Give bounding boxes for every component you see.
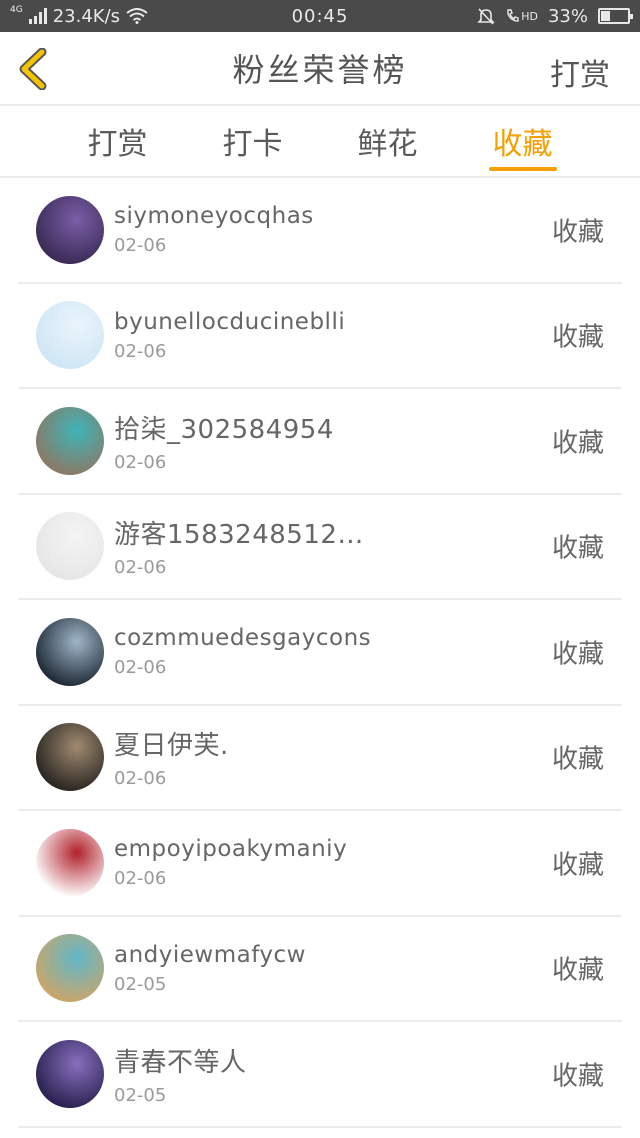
action-label: 收藏 bbox=[551, 428, 604, 459]
fan-date: 02-06 bbox=[114, 451, 167, 473]
action-label: 收藏 bbox=[551, 217, 604, 248]
avatar[interactable] bbox=[36, 301, 104, 370]
list-item[interactable]: 青春不等人 02-05 收藏 bbox=[18, 1022, 622, 1128]
list-item[interactable]: byunellocducineblli 02-06 收藏 bbox=[18, 284, 622, 389]
list-item[interactable]: 游客15832485122… 02-06 收藏 bbox=[18, 495, 622, 600]
tab-flowers[interactable]: 鲜花 bbox=[354, 106, 422, 176]
avatar[interactable] bbox=[36, 828, 104, 897]
tab-label: 鲜花 bbox=[357, 127, 418, 162]
fan-name: 游客15832485122… bbox=[114, 520, 374, 551]
avatar[interactable] bbox=[36, 406, 104, 475]
fan-date: 02-06 bbox=[114, 235, 167, 257]
avatar[interactable] bbox=[36, 934, 104, 1003]
wifi-icon bbox=[126, 8, 148, 24]
status-bar: 4G 23.4K/s 00:45 HD 33% bbox=[0, 0, 640, 32]
tab-reward[interactable]: 打赏 bbox=[84, 106, 152, 176]
hd-label: HD bbox=[521, 9, 538, 23]
fan-date: 02-06 bbox=[114, 657, 167, 679]
header: 粉丝荣誉榜 打赏 bbox=[0, 32, 640, 106]
list-item[interactable]: siymoneyocqhas 02-06 收藏 bbox=[18, 178, 622, 284]
fan-date: 02-06 bbox=[114, 768, 167, 790]
action-label: 收藏 bbox=[551, 639, 604, 670]
action-label: 收藏 bbox=[551, 1061, 604, 1092]
fan-name: 青春不等人 bbox=[114, 1047, 247, 1078]
action-label: 收藏 bbox=[551, 533, 604, 564]
avatar[interactable] bbox=[36, 512, 104, 581]
fan-name: byunellocducineblli bbox=[114, 308, 346, 335]
fan-date: 02-06 bbox=[114, 557, 167, 579]
tab-label: 收藏 bbox=[492, 127, 553, 162]
tab-bar: 打赏 打卡 鲜花 收藏 bbox=[0, 106, 640, 178]
signal-icon bbox=[28, 8, 47, 24]
list-item[interactable]: cozmmuedesgaycons 02-06 收藏 bbox=[18, 600, 622, 706]
network-type-label: 4G bbox=[10, 4, 23, 15]
action-label: 收藏 bbox=[551, 322, 604, 353]
fan-name: 拾柒_302584954 bbox=[114, 414, 334, 445]
chevron-left-icon[interactable] bbox=[16, 48, 52, 90]
fan-date: 02-06 bbox=[114, 868, 167, 890]
reward-button[interactable]: 打赏 bbox=[550, 50, 610, 94]
list-item[interactable]: 拾柒_302584954 02-06 收藏 bbox=[18, 389, 622, 495]
fan-name: andyiewmafycw bbox=[114, 941, 306, 968]
fan-name: cozmmuedesgaycons bbox=[114, 625, 372, 652]
fan-date: 02-05 bbox=[114, 973, 167, 995]
fan-date: 02-06 bbox=[114, 340, 167, 362]
tab-label: 打卡 bbox=[222, 127, 283, 162]
avatar[interactable] bbox=[36, 617, 104, 686]
fan-name: siymoneyocqhas bbox=[114, 203, 314, 230]
fan-name: empoyipoakymaniy bbox=[114, 836, 348, 863]
tab-label: 打赏 bbox=[87, 127, 148, 162]
battery-level-fill bbox=[601, 11, 610, 21]
list-item[interactable]: 夏日伊芙. 02-06 收藏 bbox=[18, 706, 622, 811]
network-speed: 23.4K/s bbox=[52, 5, 121, 27]
alarm-off-icon bbox=[477, 8, 496, 25]
fan-list: siymoneyocqhas 02-06 收藏 byunellocducineb… bbox=[18, 178, 622, 1128]
avatar[interactable] bbox=[36, 1039, 104, 1108]
action-label: 收藏 bbox=[551, 850, 604, 881]
tab-checkin[interactable]: 打卡 bbox=[219, 106, 287, 176]
action-label: 收藏 bbox=[551, 955, 604, 986]
list-item[interactable]: empoyipoakymaniy 02-06 收藏 bbox=[18, 811, 622, 917]
avatar[interactable] bbox=[36, 195, 104, 264]
fan-date: 02-05 bbox=[114, 1084, 167, 1106]
tab-favorites[interactable]: 收藏 bbox=[488, 106, 557, 176]
list-item[interactable]: andyiewmafycw 02-05 收藏 bbox=[18, 917, 622, 1022]
battery-percent: 33% bbox=[547, 5, 588, 27]
hd-call-icon: HD bbox=[505, 8, 538, 24]
battery-icon bbox=[598, 8, 633, 24]
action-label: 收藏 bbox=[551, 744, 604, 775]
fan-name: 夏日伊芙. bbox=[114, 731, 229, 762]
page-title: 粉丝荣誉榜 bbox=[232, 51, 408, 89]
avatar[interactable] bbox=[36, 723, 104, 792]
